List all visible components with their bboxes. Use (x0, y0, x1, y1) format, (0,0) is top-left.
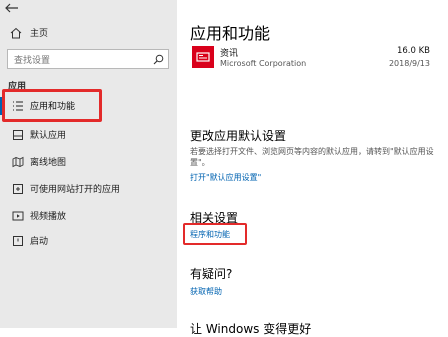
default-apps-heading: 更改应用默认设置 (190, 129, 287, 143)
news-icon (196, 52, 210, 62)
search-input[interactable]: 查找设置 (7, 49, 169, 69)
app-icon (192, 46, 214, 68)
app-name[interactable]: 资讯 (220, 46, 238, 59)
app-install-date: 2018/9/13 (388, 59, 430, 68)
main-panel: 应用和功能 资讯 Microsoft Corporation 16.0 KB 2… (177, 0, 448, 336)
section-label: 应用 (8, 82, 27, 92)
sidebar-item-label: 默认应用 (30, 131, 67, 141)
sidebar-item-offline-maps[interactable]: 离线地图 (0, 150, 177, 174)
sidebar-item-label: 视频播放 (30, 212, 67, 222)
app-publisher: Microsoft Corporation (220, 59, 307, 68)
sidebar: 主页 查找设置 应用 应用和功能 默认应用 离线地图 可使用网站打开的应用 视频… (0, 0, 177, 328)
back-arrow-icon[interactable] (5, 3, 19, 13)
sidebar-item-startup[interactable]: 启动 (0, 229, 177, 253)
open-default-apps-link[interactable]: 打开"默认应用设置" (190, 172, 261, 183)
selection-indicator (0, 97, 3, 115)
startup-icon (13, 236, 23, 246)
question-heading: 有疑问? (190, 267, 233, 281)
feedback-heading-partial: 让 Windows 变得更好 (190, 322, 312, 336)
sidebar-item-apps-features[interactable]: 应用和功能 (0, 94, 177, 118)
home-icon (10, 27, 22, 39)
sidebar-item-web-apps[interactable]: 可使用网站打开的应用 (0, 177, 177, 201)
related-settings-heading: 相关设置 (190, 211, 239, 225)
list-icon (13, 101, 23, 111)
home-nav-item[interactable]: 主页 (0, 22, 177, 44)
search-placeholder: 查找设置 (14, 56, 51, 66)
sidebar-item-label: 启动 (30, 237, 49, 247)
app-size: 16.0 KB (396, 46, 430, 56)
offline-maps-icon (12, 156, 24, 168)
default-apps-icon (13, 130, 23, 140)
sidebar-item-label: 离线地图 (30, 158, 67, 168)
sidebar-item-video[interactable]: 视频播放 (0, 204, 177, 228)
sidebar-item-label: 可使用网站打开的应用 (30, 185, 121, 195)
web-apps-icon (13, 184, 23, 194)
default-apps-description: 若要选择打开文件、浏览网页等内容的默认应用，请转到"默认应用设置"。 (190, 147, 434, 167)
search-icon[interactable] (153, 54, 164, 65)
programs-features-link[interactable]: 程序和功能 (190, 229, 230, 240)
sidebar-item-label: 应用和功能 (30, 102, 76, 112)
get-help-link[interactable]: 获取帮助 (190, 286, 222, 297)
sidebar-item-default-apps[interactable]: 默认应用 (0, 123, 177, 147)
video-icon (12, 211, 24, 221)
page-title: 应用和功能 (190, 24, 271, 43)
home-label: 主页 (30, 29, 49, 39)
